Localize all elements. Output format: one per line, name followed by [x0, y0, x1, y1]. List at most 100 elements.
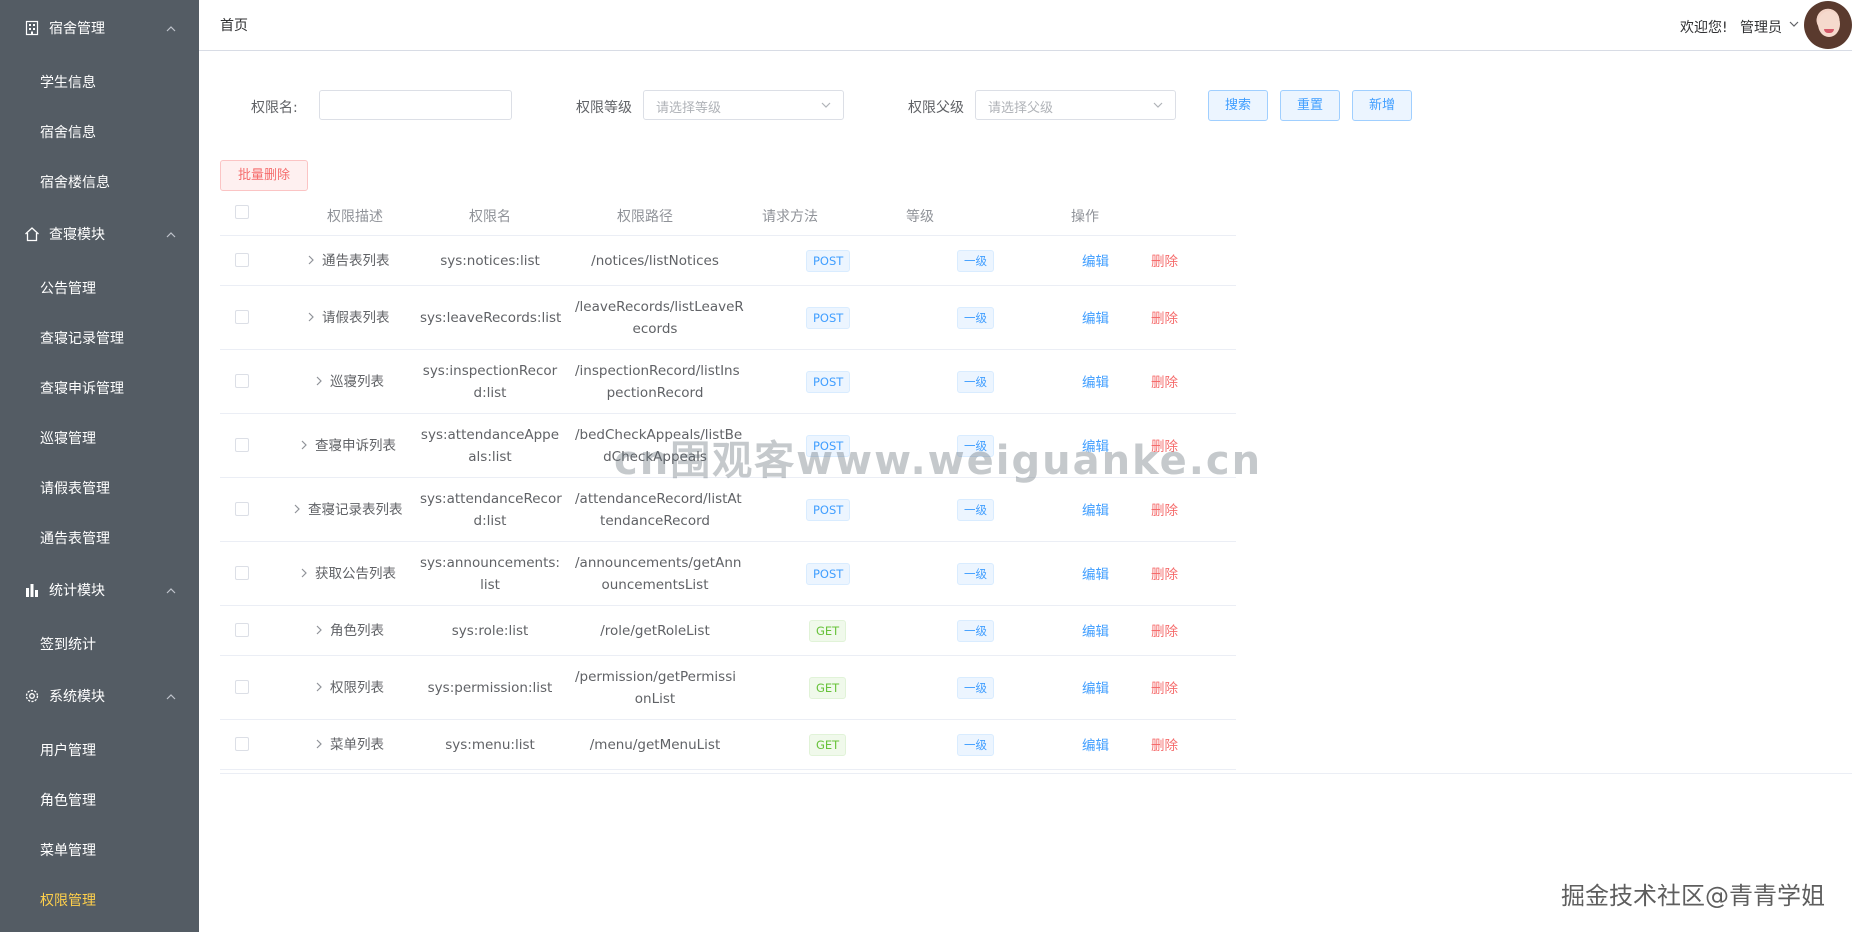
column-header: 等级 — [906, 209, 934, 225]
chevron-right-icon[interactable] — [315, 625, 323, 635]
sidebar-item[interactable]: 菜单管理 — [0, 824, 199, 874]
sidebar-item-label: 宿舍楼信息 — [40, 175, 110, 191]
chevron-right-icon[interactable] — [315, 739, 323, 749]
edit-link[interactable]: 编辑 — [1082, 677, 1109, 697]
permission-name-label: 权限名: — [251, 100, 298, 116]
table-row: 查寝记录表列表 sys:attendanceRecor d:list/attenda… — [220, 478, 1236, 542]
row-checkbox[interactable] — [235, 253, 249, 267]
sidebar-item[interactable]: 角色管理 — [0, 774, 199, 824]
row-checkbox[interactable] — [235, 566, 249, 580]
sidebar-item[interactable]: 查寝申诉管理 — [0, 362, 199, 412]
edit-link[interactable]: 编辑 — [1082, 620, 1109, 640]
permission-name: d:list — [473, 513, 507, 529]
permission-name: sys:attendanceAppe — [420, 427, 560, 443]
column-header: 权限名 — [469, 209, 511, 225]
permission-description: 菜单列表 — [330, 737, 384, 753]
sidebar-item[interactable]: 宿舍楼信息 — [0, 156, 199, 206]
sidebar: 宿舍管理 学生信息 宿舍信息宿舍楼信息查寝模块公告管理 查寝记录管理 查寝申诉管理 巡寝管… — [0, 0, 199, 932]
permission-level-select[interactable]: 请选择等级 — [643, 90, 844, 120]
permission-description: 获取公告列表 — [315, 566, 396, 582]
permission-name: d:list — [473, 385, 507, 401]
delete-link[interactable]: 删除 — [1151, 677, 1178, 697]
table-bottom-divider — [220, 773, 1852, 774]
chevron-right-icon[interactable] — [307, 312, 315, 322]
sidebar-item[interactable]: 签到统计 — [0, 618, 199, 668]
edit-link[interactable]: 编辑 — [1082, 307, 1109, 327]
permission-parent-select[interactable]: 请选择父级 — [975, 90, 1176, 120]
chevron-right-icon[interactable] — [300, 568, 308, 578]
permission-name: sys:notices:list — [440, 253, 540, 269]
reset-button[interactable]: 重置 — [1280, 90, 1340, 121]
row-checkbox[interactable] — [235, 680, 249, 694]
top-header: 首页 欢迎您! 管理员 — [199, 0, 1852, 51]
sidebar-item[interactable]: 宿舍信息 — [0, 106, 199, 156]
level-tag: 一级 — [957, 307, 994, 329]
permission-name: sys:menu:list — [445, 737, 535, 753]
sidebar-group[interactable]: 宿舍管理 — [0, 0, 199, 56]
permission-table: 权限描述 权限名 权限路径 请求方法 等级 操作 通告表列表 sys:notice… — [220, 195, 1236, 782]
sidebar-item[interactable]: 学生信息 — [0, 56, 199, 106]
row-checkbox[interactable] — [235, 623, 249, 637]
row-checkbox[interactable] — [235, 310, 249, 324]
edit-link[interactable]: 编辑 — [1082, 734, 1109, 754]
welcome-text: 欢迎您! — [1680, 20, 1728, 36]
chevron-right-icon[interactable] — [293, 504, 301, 514]
sidebar-group-label: 查寝模块 — [49, 227, 105, 243]
search-button[interactable]: 搜索 — [1208, 90, 1268, 121]
request-method-tag: POST — [806, 563, 851, 585]
avatar[interactable] — [1804, 1, 1852, 49]
chevron-right-icon[interactable] — [300, 440, 308, 450]
edit-link[interactable]: 编辑 — [1082, 250, 1109, 270]
sidebar-item[interactable]: 查寝记录管理 — [0, 312, 199, 362]
request-method-tag: POST — [806, 307, 851, 329]
row-checkbox[interactable] — [235, 502, 249, 516]
table-row: 请假表列表 sys:leaveRecords:list/leaveRecords/… — [220, 286, 1236, 350]
chevron-down-icon — [1153, 102, 1163, 108]
delete-link[interactable]: 删除 — [1151, 499, 1178, 519]
row-checkbox[interactable] — [235, 374, 249, 388]
chevron-right-icon[interactable] — [315, 376, 323, 386]
sidebar-item-label: 角色管理 — [40, 793, 96, 809]
sidebar-group[interactable]: 系统模块 — [0, 668, 199, 724]
edit-link[interactable]: 编辑 — [1082, 563, 1109, 583]
delete-link[interactable]: 删除 — [1151, 250, 1178, 270]
permission-description: 查寝申诉列表 — [315, 438, 396, 454]
sidebar-item[interactable]: 请假表管理 — [0, 462, 199, 512]
table-row: 角色列表 sys:role:list/role/getRoleList GET 一级 编… — [220, 606, 1236, 656]
permission-path: /leaveRecords/listLeaveR — [575, 299, 744, 315]
permission-description: 权限列表 — [330, 680, 384, 696]
row-checkbox[interactable] — [235, 438, 249, 452]
chevron-down-icon[interactable] — [1789, 20, 1799, 28]
sidebar-group[interactable]: 统计模块 — [0, 562, 199, 618]
chevron-right-icon[interactable] — [307, 255, 315, 265]
delete-link[interactable]: 删除 — [1151, 620, 1178, 640]
edit-link[interactable]: 编辑 — [1082, 499, 1109, 519]
sidebar-group[interactable]: 查寝模块 — [0, 206, 199, 262]
request-method-tag: POST — [806, 499, 851, 521]
chevron-right-icon[interactable] — [315, 682, 323, 692]
request-method-tag: POST — [806, 371, 851, 393]
permission-name-input[interactable] — [319, 90, 512, 120]
sidebar-item[interactable]: 通告表管理 — [0, 512, 199, 562]
add-button[interactable]: 新增 — [1352, 90, 1412, 121]
sidebar-item[interactable]: 权限管理 — [0, 874, 199, 924]
row-checkbox[interactable] — [235, 737, 249, 751]
delete-link[interactable]: 删除 — [1151, 734, 1178, 754]
batch-delete-button[interactable]: 批量删除 — [220, 160, 308, 191]
permission-path: /inspectionRecord/listIns — [575, 363, 740, 379]
delete-link[interactable]: 删除 — [1151, 371, 1178, 391]
sidebar-item[interactable]: 巡寝管理 — [0, 412, 199, 462]
sidebar-item[interactable]: 用户管理 — [0, 724, 199, 774]
table-row: 巡寝列表 sys:inspectionRecor d:list/inspection… — [220, 350, 1236, 414]
select-all-checkbox[interactable] — [235, 205, 249, 219]
delete-link[interactable]: 删除 — [1151, 563, 1178, 583]
permission-level-label: 权限等级 — [576, 100, 632, 116]
column-header: 权限路径 — [617, 209, 673, 225]
sidebar-item-label: 用户管理 — [40, 743, 96, 759]
edit-link[interactable]: 编辑 — [1082, 371, 1109, 391]
delete-link[interactable]: 删除 — [1151, 307, 1178, 327]
user-dropdown[interactable]: 管理员 — [1740, 17, 1782, 37]
sidebar-item-label: 签到统计 — [40, 637, 96, 653]
sidebar-item[interactable]: 公告管理 — [0, 262, 199, 312]
breadcrumb-home[interactable]: 首页 — [220, 15, 248, 35]
